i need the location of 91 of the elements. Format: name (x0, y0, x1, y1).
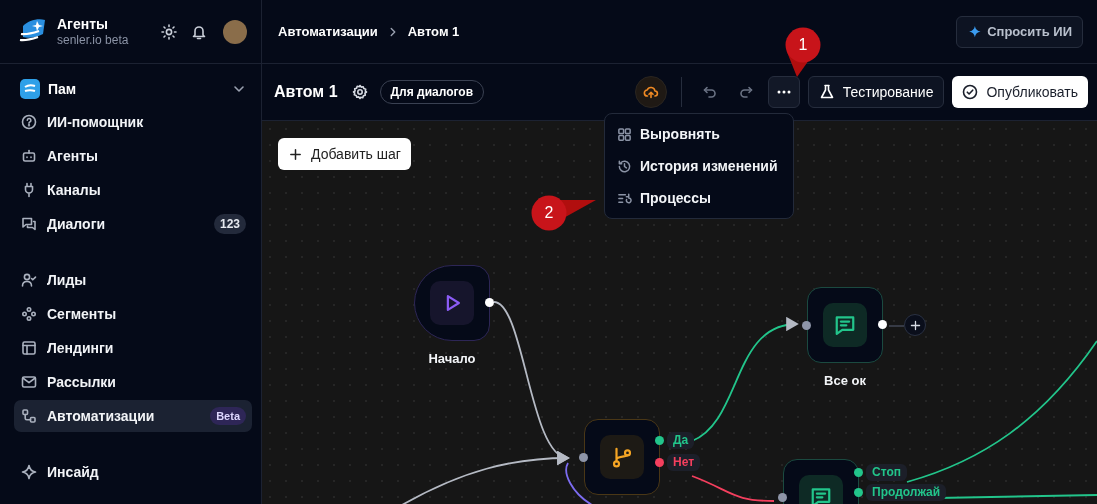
sidebar-item-label: ИИ-помощник (47, 114, 145, 130)
output-port[interactable] (655, 436, 664, 445)
grid-icon (617, 126, 632, 142)
brand-title: Агенты (57, 15, 109, 33)
robot-icon (21, 148, 37, 164)
condition-node[interactable] (584, 419, 660, 495)
check-circle-icon (962, 84, 979, 100)
publish-button[interactable]: Опубликовать (952, 76, 1088, 108)
menu-item-label: Выровнять (640, 126, 720, 142)
nodes-icon (21, 408, 37, 424)
add-step-button[interactable]: Добавить шаг (278, 138, 411, 170)
sidebar-item[interactable]: Автоматизации Beta (14, 400, 252, 432)
message-icon (810, 486, 832, 504)
sidebar-item-label: Лендинги (47, 340, 115, 356)
bell-icon (191, 23, 207, 40)
add-node-button[interactable] (904, 314, 926, 336)
person-icon (21, 272, 37, 288)
history-icon (617, 158, 632, 174)
menu-item[interactable]: История изменений (605, 150, 793, 182)
cloud-upload-icon (642, 84, 659, 100)
output-label: Да (667, 432, 695, 449)
undo-icon (701, 84, 718, 100)
sidebar-item-label: Диалоги (47, 216, 107, 232)
notifications-button[interactable] (191, 23, 207, 40)
sidebar-item[interactable]: Сегменты (14, 298, 252, 330)
upload-button[interactable] (634, 76, 667, 108)
menu-item-label: История изменений (640, 158, 778, 174)
sidebar-item-label: Автоматизации (47, 408, 156, 424)
sparkle-icon (21, 464, 37, 480)
redo-icon (737, 84, 754, 100)
sidebar-item[interactable]: Инсайд (14, 456, 252, 488)
plus-icon (908, 318, 922, 332)
sidebar-item-label: Сегменты (47, 306, 118, 322)
flask-icon (818, 84, 835, 100)
input-port[interactable] (778, 493, 787, 502)
workspace-selector[interactable]: Пам (20, 78, 247, 100)
breadcrumb-item[interactable]: Автоматизации (278, 24, 378, 39)
output-port[interactable] (854, 468, 863, 477)
output-port[interactable] (878, 320, 887, 329)
connector-line (888, 325, 905, 327)
sidebar-item[interactable]: Каналы (14, 174, 252, 206)
message-icon (834, 314, 856, 336)
sidebar-item-label: Каналы (47, 182, 102, 198)
dots-icon (21, 306, 37, 322)
testing-button[interactable]: Тестирование (807, 76, 945, 108)
automation-title: Автом 1 (274, 83, 338, 101)
sidebar-item-label: Лиды (47, 272, 88, 288)
menu-item-label: Процессы (640, 190, 711, 206)
branch-icon (611, 446, 633, 468)
sidebar-item[interactable]: ИИ-помощник (14, 106, 252, 138)
plus-icon (288, 146, 303, 162)
message-node[interactable] (807, 287, 883, 363)
avatar[interactable] (223, 19, 247, 44)
output-label: Стоп (866, 464, 907, 481)
more-button[interactable] (767, 76, 800, 108)
envelope-icon (21, 374, 37, 390)
sidebar-item[interactable]: Лендинги (14, 332, 252, 364)
theme-toggle[interactable] (161, 23, 177, 40)
breadcrumb-item: Автом 1 (407, 24, 460, 39)
node-label: Начало (428, 351, 476, 366)
ask-ai-button[interactable]: Спросить ИИ (956, 15, 1083, 48)
output-label: Продолжай (866, 484, 947, 501)
settings-button[interactable] (351, 84, 368, 100)
brand-subtitle: senler.io beta (57, 32, 130, 48)
layout-icon (21, 340, 37, 356)
start-node[interactable] (414, 265, 490, 341)
settings-icon (351, 84, 368, 100)
more-icon (776, 90, 791, 94)
beta-badge: Beta (210, 407, 246, 425)
menu-item[interactable]: Выровнять (605, 118, 793, 150)
question-icon (21, 114, 37, 130)
output-label: Нет (667, 454, 701, 471)
node-label: Все ок (824, 373, 866, 388)
sun-icon (161, 23, 177, 40)
count-badge: 123 (213, 214, 246, 234)
sidebar-item[interactable]: Агенты (14, 140, 252, 172)
chat-icon (21, 216, 37, 232)
sidebar-item[interactable]: Лиды (14, 264, 252, 296)
input-port[interactable] (802, 321, 811, 330)
workspace-logo-icon (20, 79, 40, 99)
output-port[interactable] (485, 298, 494, 307)
sidebar-item-label: Агенты (47, 148, 99, 164)
menu-item[interactable]: Процессы (605, 182, 793, 214)
sidebar-item[interactable]: Рассылки (14, 366, 252, 398)
sidebar-item[interactable]: Диалоги 123 (14, 208, 252, 240)
sidebar-item-label: Инсайд (47, 464, 100, 480)
workspace-name: Пам (48, 81, 78, 97)
input-port[interactable] (579, 453, 588, 462)
output-port[interactable] (854, 488, 863, 497)
sparkle-icon (967, 24, 982, 39)
sidebar-item-label: Рассылки (47, 374, 117, 390)
